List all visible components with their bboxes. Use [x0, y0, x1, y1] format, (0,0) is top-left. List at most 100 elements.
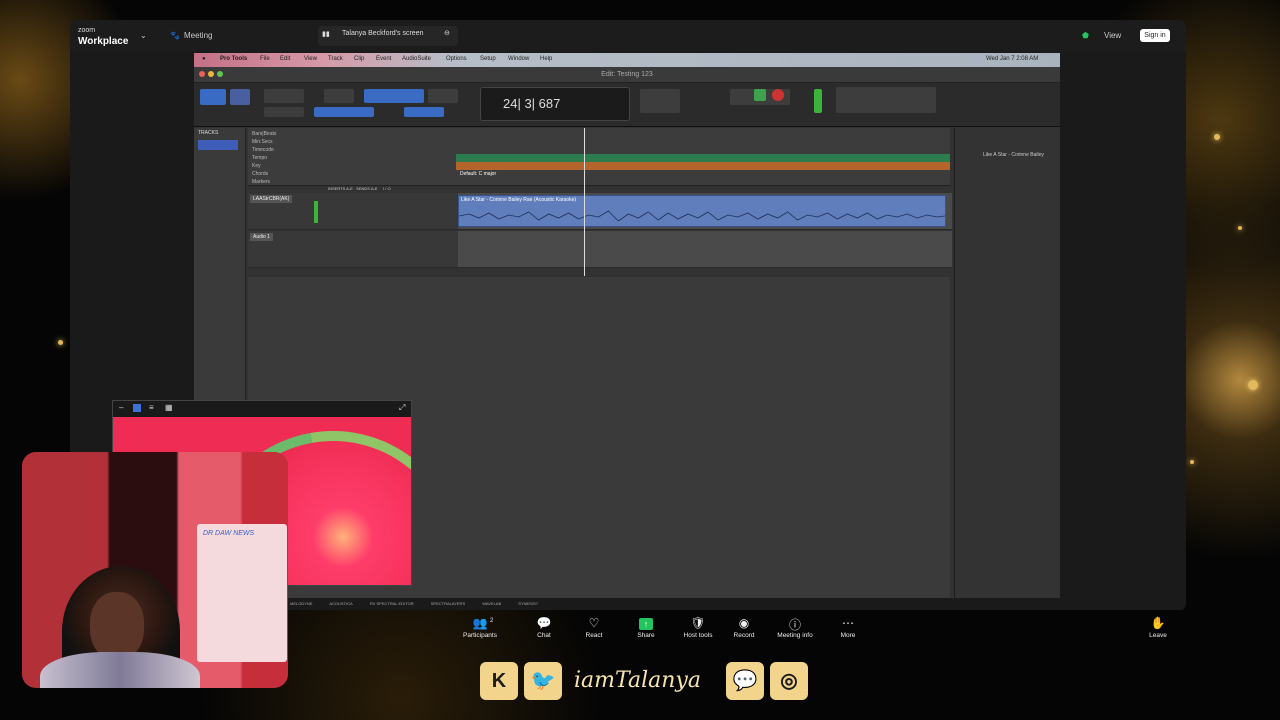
shield-icon: 🛡 — [690, 616, 706, 630]
webcam-overlay: DR DAW NEWS — [22, 452, 288, 688]
instagram-icon: ◎ — [770, 662, 808, 700]
track-name[interactable]: Audio 1 — [250, 233, 273, 241]
mode-button[interactable] — [230, 89, 250, 105]
window-title: Edit: Testing 123 — [601, 71, 653, 78]
mode-button[interactable] — [200, 89, 226, 105]
apple-icon[interactable]: ● — [202, 56, 206, 62]
sparkle — [1214, 134, 1220, 140]
audio-clip[interactable]: Like A Star - Corinne Bailey Rae (Acoust… — [458, 195, 946, 227]
edit-toolbar: 24| 3| 687 — [194, 83, 1060, 127]
clip-list-item[interactable]: Like A Star - Corinne Bailey — [983, 152, 1044, 158]
chat-icon: 💬 — [536, 616, 552, 630]
mac-menu-bar: ● Pro Tools File Edit View Track Clip Ev… — [194, 53, 1060, 67]
edit-tools[interactable] — [428, 89, 458, 103]
streamer-shirt — [40, 652, 200, 688]
kick-icon: K — [480, 662, 518, 700]
sparkle — [58, 340, 63, 345]
view-options-icon[interactable]: ⊖ — [444, 29, 450, 37]
menu-item[interactable]: File — [260, 56, 270, 62]
sparkle — [1248, 380, 1258, 390]
tempo-ruler[interactable]: 120 — [456, 154, 950, 169]
view-button[interactable]: View — [1104, 31, 1121, 40]
paw-icon: 🐾 — [170, 31, 180, 40]
timeline-rulers: Bars|Beats Min:Secs Timecode Tempo Key C… — [248, 128, 950, 191]
share-icon: ↑ — [639, 618, 653, 630]
sparkle — [1238, 226, 1242, 230]
track-meter — [314, 201, 318, 223]
stream-overlay: zoom Workplace ⌄ 🐾 Meeting ▮▮ Talanya Be… — [0, 0, 1280, 720]
menu-item[interactable]: Clip — [354, 56, 364, 62]
leave-button[interactable]: ✋ Leave — [1134, 616, 1182, 639]
security-shield-icon[interactable]: ⬟ — [1082, 31, 1089, 40]
column-header: INSERTS A-E SENDS A-E I / O — [328, 186, 391, 191]
grid-buttons[interactable] — [404, 107, 444, 117]
track-header[interactable]: Audio 1 — [248, 231, 458, 267]
edit-tools[interactable] — [324, 89, 354, 103]
sharing-icon: ▮▮ — [322, 31, 330, 38]
menu-item[interactable]: AudioSuite — [402, 56, 431, 62]
grid-nudge[interactable] — [640, 89, 680, 113]
leave-icon: ✋ — [1150, 616, 1166, 630]
menu-item[interactable]: Window — [508, 56, 529, 62]
more-button[interactable]: ⋯ More — [824, 616, 872, 639]
zoom-logo: zoom Workplace — [78, 27, 129, 47]
edit-tool-selected[interactable] — [364, 89, 424, 103]
layout-icon[interactable]: ≡ — [149, 403, 154, 412]
track-row[interactable]: Audio 1 — [248, 231, 952, 268]
menu-item[interactable]: Track — [328, 56, 343, 62]
zoom-top-bar: zoom Workplace ⌄ 🐾 Meeting ▮▮ Talanya Be… — [70, 20, 1186, 52]
play-icon[interactable] — [754, 89, 766, 101]
grid-buttons[interactable] — [314, 107, 374, 117]
participants-button[interactable]: 👥 Participants — [456, 616, 504, 639]
twitch-icon: 💬 — [726, 662, 764, 700]
sign-in-button[interactable]: Sign in — [1140, 29, 1170, 42]
streamer-face — [90, 592, 144, 660]
waveform — [459, 210, 945, 222]
tracks-panel-title: TRACKS — [198, 130, 219, 136]
expand-icon[interactable]: ⤢ — [399, 403, 405, 413]
record-button[interactable]: ◉ Record — [720, 616, 768, 639]
menu-item[interactable]: Setup — [480, 56, 496, 62]
edit-window-titlebar: Edit: Testing 123 — [194, 67, 1060, 83]
chevron-down-icon[interactable]: ⌄ — [140, 31, 147, 40]
menu-item[interactable]: Pro Tools — [220, 56, 247, 62]
track-header[interactable]: LAAStrCBR(AK) — [248, 193, 458, 229]
menu-item[interactable]: Event — [376, 56, 391, 62]
speaker-view-icon[interactable] — [133, 404, 141, 412]
master-meter — [814, 89, 822, 113]
menu-item[interactable]: Options — [446, 56, 467, 62]
clip-list-panel: Like A Star - Corinne Bailey — [954, 128, 1060, 598]
menu-clock: Wed Jan 7 2:08 AM — [986, 56, 1039, 62]
zoom-presets[interactable] — [264, 107, 304, 117]
host-tools-button[interactable]: 🛡 Host tools — [674, 616, 722, 639]
record-icon: ◉ — [738, 616, 750, 630]
key-ruler[interactable]: Default: C major — [456, 162, 950, 177]
participant-count: 2 — [490, 618, 494, 624]
track-row[interactable]: LAAStrCBR(AK) Like A Star - Corinne Bail… — [248, 193, 952, 230]
playhead[interactable] — [584, 128, 585, 276]
main-counter[interactable]: 24| 3| 687 — [480, 87, 630, 121]
record-transport-icon[interactable] — [772, 89, 784, 101]
menu-item[interactable]: Edit — [280, 56, 290, 62]
track-list-item[interactable] — [198, 140, 238, 150]
meeting-label[interactable]: Meeting — [184, 31, 212, 40]
app-dock: MELODYNE ACOUSTICA RX SPECTRAL EDITOR SP… — [290, 601, 538, 606]
grid-icon[interactable]: ▦ — [165, 403, 173, 412]
midi-controls[interactable] — [836, 87, 936, 113]
react-button[interactable]: ♡ React — [570, 616, 618, 639]
camera-window-titlebar: – ≡ ▦ ⤢ — [113, 401, 411, 417]
twitter-icon: 🐦 — [524, 662, 562, 700]
share-button[interactable]: ↑ Share — [622, 616, 670, 639]
meeting-info-button[interactable]: ⓘ Meeting info — [771, 616, 819, 639]
heart-icon: ♡ — [588, 616, 600, 630]
menu-item[interactable]: Help — [540, 56, 552, 62]
track-name[interactable]: LAAStrCBR(AK) — [250, 195, 293, 203]
more-icon: ⋯ — [842, 616, 854, 630]
chat-button[interactable]: 💬 Chat — [520, 616, 568, 639]
sharing-label: Talanya Beckford's screen — [342, 30, 424, 37]
menu-item[interactable]: View — [304, 56, 317, 62]
sparkle — [1190, 460, 1194, 464]
minimize-icon[interactable]: – — [119, 403, 123, 412]
zoom-controls[interactable] — [264, 89, 304, 103]
share-indicator[interactable]: ▮▮ Talanya Beckford's screen ⊖ — [318, 26, 458, 46]
